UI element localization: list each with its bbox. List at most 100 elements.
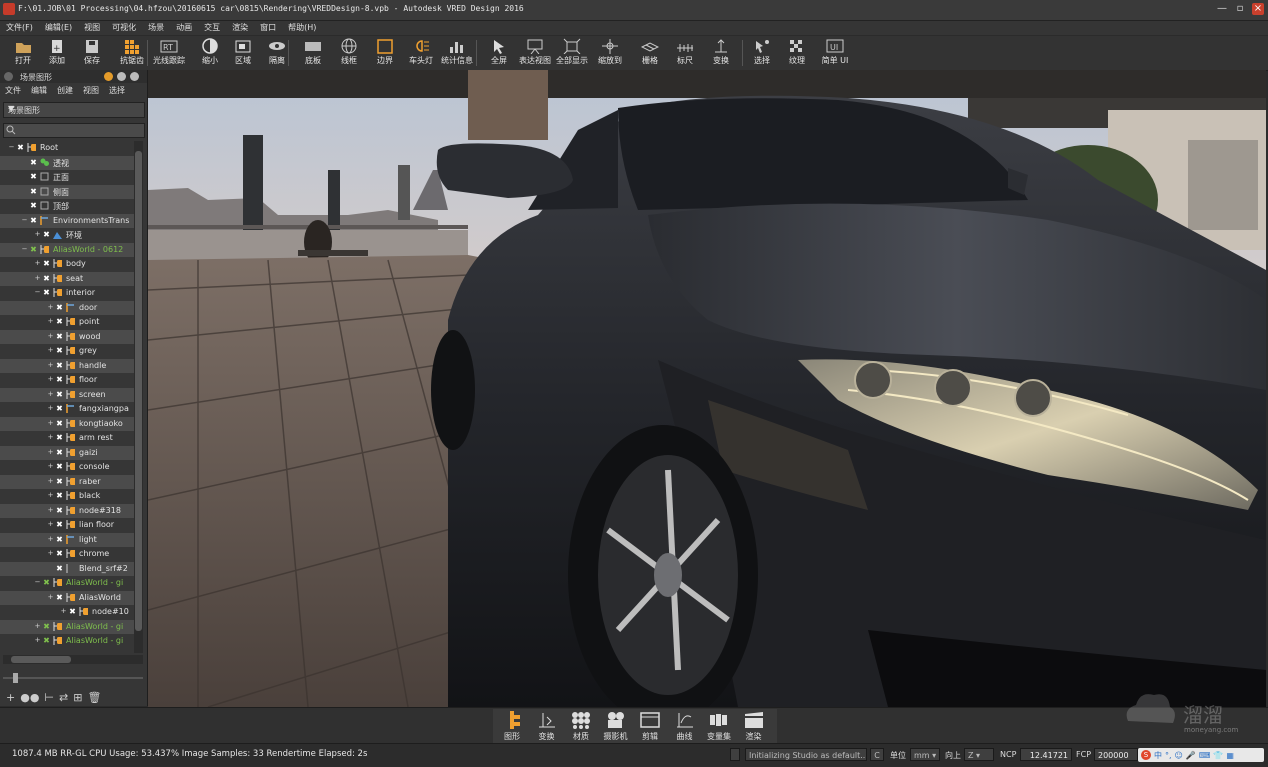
fcp-input[interactable]: 200000 <box>1094 748 1138 761</box>
toolbar-button-6[interactable]: 区域 <box>226 37 260 69</box>
c-button[interactable]: C <box>870 748 884 761</box>
tree-node-25[interactable]: + ✖ node#318 <box>0 503 134 518</box>
visibility-toggle-icon[interactable]: ✖ <box>29 172 38 181</box>
toolbar-button-16[interactable]: 缩放到 <box>593 37 627 69</box>
menu-item-0[interactable]: 文件(F) <box>0 21 39 35</box>
expand-toggle-icon[interactable]: + <box>34 231 41 238</box>
tree-horizontal-scrollbar[interactable] <box>3 655 143 664</box>
tray-icon-2[interactable]: °, <box>1165 751 1172 760</box>
tree-node-10[interactable]: − ✖ interior <box>0 286 134 300</box>
expand-toggle-icon[interactable]: − <box>21 245 28 253</box>
tree-node-26[interactable]: + ✖ lian floor <box>0 518 134 532</box>
visibility-toggle-icon[interactable]: ✖ <box>16 143 25 152</box>
panel-tool-button-3[interactable]: ⇄ <box>59 690 68 706</box>
visibility-toggle-icon[interactable]: ✖ <box>42 230 51 239</box>
visibility-toggle-icon[interactable]: ✖ <box>42 578 51 587</box>
menu-item-8[interactable]: 窗口 <box>254 21 282 35</box>
toolbar-button-10[interactable]: 边界 <box>368 37 402 69</box>
toolbar-button-22[interactable]: UI 简单 UI <box>818 37 852 69</box>
expand-toggle-icon[interactable]: + <box>47 361 54 369</box>
tree-node-7[interactable]: − ✖ AliasWorld - 0612 <box>0 242 134 257</box>
panel-menu-item-0[interactable]: 文件 <box>0 84 26 98</box>
visibility-toggle-icon[interactable]: ✖ <box>55 361 64 370</box>
toolbar-button-14[interactable]: 表达视图 <box>518 37 552 69</box>
visibility-toggle-icon[interactable]: ✖ <box>55 593 64 602</box>
visibility-toggle-icon[interactable]: ✖ <box>55 506 64 515</box>
visibility-toggle-icon[interactable]: ✖ <box>55 317 64 326</box>
dock-button-6[interactable]: 变量集 <box>702 711 736 743</box>
expand-toggle-icon[interactable]: + <box>47 593 54 601</box>
toolbar-button-8[interactable]: 底板 <box>296 37 330 69</box>
tree-node-21[interactable]: + ✖ gaizi <box>0 445 134 460</box>
visibility-toggle-icon[interactable]: ✖ <box>55 390 64 399</box>
tree-node-29[interactable]: ✖ Blend_srf#2 <box>0 561 134 576</box>
toolbar-button-1[interactable]: + 添加 <box>40 37 74 69</box>
menu-item-4[interactable]: 场景 <box>142 21 170 35</box>
visibility-toggle-icon[interactable]: ✖ <box>55 346 64 355</box>
toolbar-button-2[interactable]: 保存 <box>75 37 109 69</box>
tree-node-15[interactable]: + ✖ handle <box>0 358 134 373</box>
visibility-toggle-icon[interactable]: ✖ <box>68 607 77 616</box>
minimize-button[interactable]: — <box>1216 3 1228 15</box>
tree-node-3[interactable]: ✖ 侧面 <box>0 184 134 199</box>
tree-node-31[interactable]: + ✖ AliasWorld <box>0 590 134 605</box>
ncp-input[interactable]: 12.41721 <box>1020 748 1072 761</box>
expand-toggle-icon[interactable]: + <box>47 303 54 311</box>
expand-toggle-icon[interactable]: − <box>21 216 28 224</box>
tray-icon-7[interactable]: ▦ <box>1226 751 1234 760</box>
visibility-toggle-icon[interactable]: ✖ <box>29 187 38 196</box>
expand-toggle-icon[interactable]: + <box>47 463 54 470</box>
expand-toggle-icon[interactable]: + <box>47 506 54 514</box>
menu-item-7[interactable]: 渲染 <box>226 21 254 35</box>
visibility-toggle-icon[interactable]: ✖ <box>55 491 64 500</box>
tree-node-0[interactable]: − ✖ Root <box>0 141 134 155</box>
panel-tool-button-1[interactable]: ●● <box>20 690 39 706</box>
menu-item-9[interactable]: 帮助(H) <box>282 21 322 35</box>
visibility-toggle-icon[interactable]: ✖ <box>55 404 64 413</box>
expand-toggle-icon[interactable]: + <box>47 477 54 485</box>
visibility-toggle-icon[interactable]: ✖ <box>55 535 64 544</box>
dock-button-4[interactable]: 剪辑 <box>633 711 667 743</box>
panel-tool-button-4[interactable]: ⊞ <box>73 690 82 706</box>
tray-icon-4[interactable]: 🎤 <box>1186 751 1196 760</box>
tree-node-34[interactable]: + ✖ AliasWorld - gi <box>0 634 134 648</box>
menu-item-1[interactable]: 编辑(E) <box>39 21 78 35</box>
visibility-toggle-icon[interactable]: ✖ <box>55 462 64 471</box>
panel-menu-item-4[interactable]: 选择 <box>104 84 130 98</box>
menu-item-5[interactable]: 动画 <box>170 21 198 35</box>
tree-node-2[interactable]: ✖ 正面 <box>0 170 134 184</box>
panel-dock-icon[interactable] <box>117 72 126 81</box>
visibility-toggle-icon[interactable]: ✖ <box>55 332 64 341</box>
expand-toggle-icon[interactable]: + <box>34 274 41 282</box>
expand-toggle-icon[interactable]: + <box>47 550 54 557</box>
tree-node-18[interactable]: + ✖ fangxiangpa <box>0 402 134 416</box>
expand-toggle-icon[interactable]: + <box>47 318 54 325</box>
tree-node-4[interactable]: ✖ 顶部 <box>0 199 134 213</box>
visibility-toggle-icon[interactable]: ✖ <box>42 636 51 645</box>
tree-node-8[interactable]: + ✖ body <box>0 257 134 271</box>
panel-menu-item-1[interactable]: 编辑 <box>26 84 52 98</box>
menu-item-2[interactable]: 视图 <box>78 21 106 35</box>
tray-icon-6[interactable]: 👕 <box>1213 751 1223 760</box>
expand-toggle-icon[interactable]: + <box>47 492 54 499</box>
toolbar-button-9[interactable]: 线框 <box>332 37 366 69</box>
tree-node-14[interactable]: + ✖ grey <box>0 344 134 358</box>
expand-toggle-icon[interactable]: + <box>34 637 41 644</box>
tree-node-23[interactable]: + ✖ raber <box>0 474 134 489</box>
tree-node-16[interactable]: + ✖ floor <box>0 373 134 387</box>
maximize-button[interactable]: ▫ <box>1234 3 1246 15</box>
visibility-toggle-icon[interactable]: ✖ <box>42 288 51 297</box>
tray-icon-1[interactable]: 中 <box>1154 750 1162 761</box>
tree-node-12[interactable]: + ✖ point <box>0 315 134 329</box>
dock-button-0[interactable]: 图形 <box>495 711 529 743</box>
visibility-toggle-icon[interactable]: ✖ <box>29 216 38 225</box>
tree-node-5[interactable]: − ✖ EnvironmentsTrans <box>0 213 134 228</box>
expand-toggle-icon[interactable]: + <box>47 535 54 543</box>
panel-tool-button-5[interactable]: 🗑 <box>87 690 101 706</box>
dock-button-5[interactable]: 曲线 <box>668 711 702 743</box>
visibility-toggle-icon[interactable]: ✖ <box>55 549 64 558</box>
panel-view-dropdown[interactable]: 场景图形 ▼ <box>3 102 145 118</box>
dock-button-2[interactable]: 材质 <box>564 711 598 743</box>
expand-toggle-icon[interactable]: + <box>47 390 54 398</box>
toolbar-button-18[interactable]: 标尺 <box>668 37 702 69</box>
